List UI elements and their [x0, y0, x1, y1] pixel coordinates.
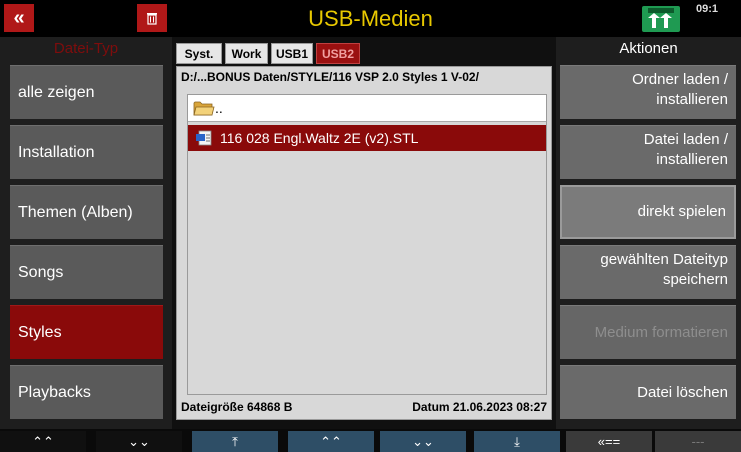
file-date: Datum 21.06.2023 08:27 — [412, 400, 547, 414]
parent-folder-row[interactable]: .. — [188, 95, 546, 122]
clock: 09:1 — [696, 3, 719, 15]
usb-media-icon — [642, 6, 680, 32]
double-chevron-down-icon: ⌄⌄ — [412, 433, 434, 449]
filter-styles-button[interactable]: Styles — [10, 305, 163, 359]
play-direct-label: direkt spielen — [637, 203, 726, 220]
left-page-up-button[interactable]: ⌃⌃ — [0, 431, 86, 452]
save-file-type-line1: gewählten Dateityp — [600, 251, 728, 268]
jump-bottom-icon: ⤓ — [514, 433, 520, 449]
list-page-up-button[interactable]: ⌃⌃ — [288, 431, 374, 452]
double-chevron-up-icon: ⌃⌃ — [320, 433, 342, 449]
file-status-bar: Dateigröße 64868 B Datum 21.06.2023 08:2… — [181, 400, 547, 414]
empty-slot-button[interactable]: --- — [655, 431, 741, 452]
load-folder-line2: installieren — [656, 91, 728, 108]
list-bottom-button[interactable]: ⤓ — [474, 431, 560, 452]
folder-icon — [193, 101, 215, 116]
filter-songs-button[interactable]: Songs — [10, 245, 163, 299]
delete-file-label: Datei löschen — [637, 383, 728, 401]
left-page-down-button[interactable]: ⌄⌄ — [96, 431, 182, 452]
load-file-button[interactable]: Datei laden / installieren — [560, 125, 736, 179]
file-list[interactable]: .. 116 028 Engl.Waltz 2E (v2).STL — [187, 94, 547, 395]
load-file-line1: Datei laden / — [643, 131, 728, 148]
load-folder-button[interactable]: Ordner laden / installieren — [560, 65, 736, 119]
save-file-type-button[interactable]: gewählten Dateityp speichern — [560, 245, 736, 299]
load-folder-line1: Ordner laden / — [632, 71, 728, 88]
delete-file-button[interactable]: Datei löschen — [560, 365, 736, 419]
filter-playbacks-button[interactable]: Playbacks — [10, 365, 163, 419]
play-direct-button[interactable]: direkt spielen — [560, 185, 736, 239]
filter-themes-button[interactable]: Themen (Alben) — [10, 185, 163, 239]
tab-usb2[interactable]: USB2 — [316, 43, 360, 64]
file-row[interactable]: 116 028 Engl.Waltz 2E (v2).STL — [188, 125, 546, 151]
file-size: Dateigröße 64868 B — [181, 400, 293, 414]
load-file-line2: installieren — [656, 151, 728, 168]
format-medium-button[interactable]: Medium formatieren — [560, 305, 736, 359]
folder-up-label: «== — [597, 434, 621, 449]
double-chevron-down-icon: ⌄⌄ — [128, 433, 150, 449]
tab-usb1[interactable]: USB1 — [271, 43, 313, 64]
jump-top-icon: ⤒ — [232, 433, 238, 449]
empty-slot-label: --- — [691, 434, 705, 449]
filter-all-button[interactable]: alle zeigen — [10, 65, 163, 119]
file-type-header: Datei-Typ — [53, 40, 119, 57]
list-page-down-button[interactable]: ⌄⌄ — [380, 431, 466, 452]
style-file-icon — [196, 130, 212, 146]
tab-system[interactable]: Syst. — [176, 43, 222, 64]
double-chevron-up-icon: ⌃⌃ — [32, 433, 54, 449]
current-path: D:/...BONUS Daten/STYLE/116 VSP 2.0 Styl… — [181, 70, 479, 84]
tab-work[interactable]: Work — [225, 43, 268, 64]
file-name: 116 028 Engl.Waltz 2E (v2).STL — [220, 130, 419, 146]
save-file-type-line2: speichern — [662, 271, 728, 288]
window-title: USB-Medien — [308, 6, 433, 31]
folder-up-button[interactable]: «== — [566, 431, 652, 452]
list-top-button[interactable]: ⤒ — [192, 431, 278, 452]
actions-header: Aktionen — [619, 40, 678, 57]
parent-folder-label: .. — [215, 100, 223, 116]
filter-installation-button[interactable]: Installation — [10, 125, 163, 179]
format-medium-label: Medium formatieren — [594, 323, 728, 341]
file-browser: D:/...BONUS Daten/STYLE/116 VSP 2.0 Styl… — [176, 66, 552, 420]
